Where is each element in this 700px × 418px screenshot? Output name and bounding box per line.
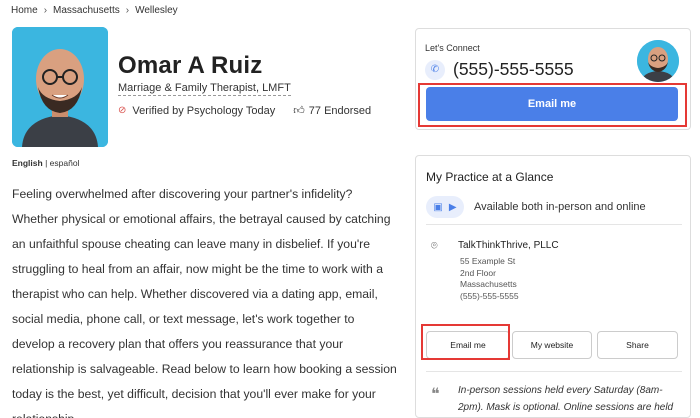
verified-badge-icon: ⊘ bbox=[118, 105, 127, 116]
breadcrumb-home[interactable]: Home bbox=[11, 5, 38, 16]
my-website-button[interactable]: My website bbox=[512, 331, 592, 359]
chevron-right-icon: › bbox=[43, 5, 48, 16]
profile-photo bbox=[12, 27, 108, 147]
provider-title[interactable]: Marriage & Family Therapist, LMFT bbox=[118, 82, 291, 96]
language-secondary: español bbox=[49, 158, 80, 168]
address-phone[interactable]: (555)-555-5555 bbox=[460, 291, 519, 303]
practice-glance-card: My Practice at a Glance ▣ ▶ Available bo… bbox=[415, 155, 691, 418]
avatar bbox=[637, 40, 679, 82]
divider bbox=[426, 224, 682, 225]
practice-name: TalkThinkThrive, PLLC bbox=[458, 240, 559, 251]
divider bbox=[426, 371, 682, 372]
endorsed-group[interactable]: 👍︎ 77 Endorsed bbox=[293, 104, 372, 118]
languages: English | español bbox=[12, 158, 79, 168]
endorsed-count: 77 Endorsed bbox=[308, 104, 372, 117]
thumbs-up-icon: 👍︎ bbox=[293, 105, 305, 117]
practice-address: 55 Example St 2nd Floor Massachusetts (5… bbox=[460, 256, 519, 302]
phone-number[interactable]: (555)-555-5555 bbox=[453, 59, 574, 80]
availability-row: ▣ ▶ Available both in-person and online bbox=[426, 196, 646, 218]
provider-name: Omar A Ruiz bbox=[118, 52, 263, 79]
breadcrumb-city[interactable]: Wellesley bbox=[135, 5, 178, 16]
session-mode-icons: ▣ ▶ bbox=[426, 196, 464, 218]
breadcrumb-state[interactable]: Massachusetts bbox=[53, 5, 120, 16]
language-primary: English bbox=[12, 158, 43, 168]
phone-row[interactable]: ✆ (555)-555-5555 bbox=[425, 59, 574, 80]
breadcrumb: Home › Massachusetts › Wellesley bbox=[11, 5, 178, 16]
highlight-box bbox=[418, 83, 687, 127]
address-line: 55 Example St bbox=[460, 256, 516, 266]
connect-label: Let's Connect bbox=[425, 43, 480, 53]
in-person-icon: ▣ bbox=[433, 201, 443, 213]
glance-title: My Practice at a Glance bbox=[426, 170, 554, 184]
quote-icon: ❝ bbox=[431, 384, 440, 403]
location-pin-icon: ⌾ bbox=[431, 240, 438, 252]
address-line: Massachusetts bbox=[460, 279, 517, 289]
chevron-right-icon: › bbox=[125, 5, 130, 16]
verification-row: ⊘ Verified by Psychology Today 👍︎ 77 End… bbox=[118, 104, 372, 118]
verified-text: Verified by Psychology Today bbox=[132, 104, 276, 117]
provider-bio: Feeling overwhelmed after discovering yo… bbox=[12, 187, 397, 418]
video-icon: ▶ bbox=[448, 201, 457, 213]
phone-icon: ✆ bbox=[425, 59, 445, 80]
availability-text: Available both in-person and online bbox=[474, 201, 646, 213]
share-button[interactable]: Share bbox=[597, 331, 678, 359]
address-line: 2nd Floor bbox=[460, 267, 496, 278]
practice-note: In-person sessions held every Saturday (… bbox=[458, 385, 674, 413]
highlight-box bbox=[421, 324, 510, 360]
